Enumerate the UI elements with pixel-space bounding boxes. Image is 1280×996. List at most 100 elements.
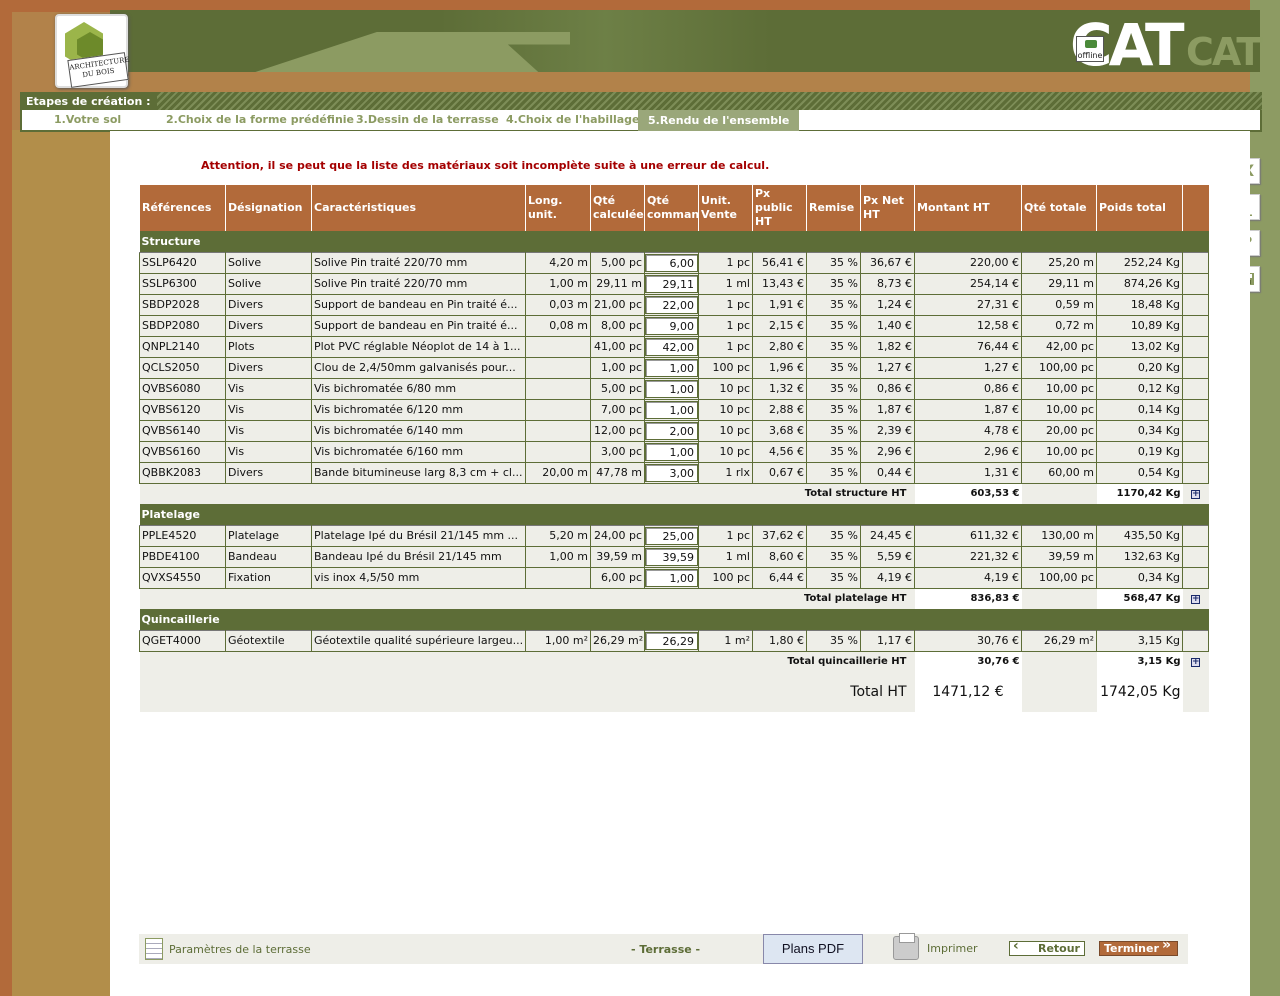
- col-header[interactable]: Poids total: [1096, 185, 1183, 231]
- table-cell: Divers: [225, 293, 312, 316]
- quantity-input[interactable]: 9,00: [645, 316, 698, 335]
- col-header[interactable]: Long. unit.: [525, 185, 591, 231]
- table-cell: 8,60 €: [752, 545, 807, 568]
- table-cell: Solive Pin traité 220/70 mm: [311, 251, 526, 274]
- expand-plus-icon[interactable]: +: [1191, 490, 1200, 500]
- table-cell: QGET4000: [139, 629, 226, 652]
- back-button[interactable]: Retour: [1009, 940, 1085, 956]
- table-cell: Géotextile qualité supérieure largeu...: [311, 629, 526, 652]
- params-label: Paramètres de la terrasse: [169, 942, 311, 956]
- table-cell: 2,96 €: [860, 440, 915, 463]
- table-cell: vis inox 4,5/50 mm: [311, 566, 526, 589]
- quantity-input[interactable]: 6,00: [645, 253, 698, 272]
- col-header[interactable]: Qté totale: [1021, 185, 1097, 231]
- table-cell: Platelage: [225, 524, 312, 547]
- finish-button[interactable]: Terminer: [1099, 939, 1178, 956]
- col-header[interactable]: Caractéristiques: [311, 185, 526, 231]
- table-cell: SBDP2028: [139, 293, 226, 316]
- table-cell: Vis: [225, 440, 312, 463]
- table-cell: 8,73 €: [860, 272, 915, 295]
- table-cell: 1 m²: [698, 629, 753, 652]
- table-cell: 1,27 €: [914, 356, 1022, 379]
- col-header[interactable]: Références: [139, 185, 226, 231]
- table-cell: 10 pc: [698, 440, 753, 463]
- table-cell: 100 pc: [698, 566, 753, 589]
- table-cell: QVBS6140: [139, 419, 226, 442]
- table-cell: [525, 566, 591, 589]
- params-link[interactable]: Paramètres de la terrasse: [145, 938, 311, 960]
- table-cell: 0,14 Kg: [1096, 398, 1183, 421]
- quantity-input[interactable]: 1,00: [645, 400, 698, 419]
- table-cell: 10,00 pc: [1021, 440, 1097, 463]
- quantity-input[interactable]: 22,00: [645, 295, 698, 314]
- table-cell: 35 %: [806, 356, 861, 379]
- table-cell: 35 %: [806, 524, 861, 547]
- table-cell: SSLP6420: [139, 251, 226, 274]
- footer-toolbar: Paramètres de la terrasse - Terrasse - P…: [139, 933, 1188, 964]
- table-cell: 1 pc: [698, 335, 753, 358]
- quantity-input[interactable]: 29,11: [645, 274, 698, 293]
- table-cell: Divers: [225, 314, 312, 337]
- brand-sub: CAT: [1186, 30, 1262, 74]
- table-cell: 252,24 Kg: [1096, 251, 1183, 274]
- table-cell: 130,00 m: [1021, 524, 1097, 547]
- section-header: Platelage: [139, 504, 1209, 525]
- table-cell: Vis: [225, 419, 312, 442]
- materials-table: Références Désignation Caractéristiques …: [139, 185, 1209, 712]
- plans-pdf-button[interactable]: Plans PDF: [763, 934, 863, 964]
- table-cell: 0,12 Kg: [1096, 377, 1183, 400]
- quantity-input[interactable]: 1,00: [645, 442, 698, 461]
- quantity-input[interactable]: 42,00: [645, 337, 698, 356]
- table-cell: 13,43 €: [752, 272, 807, 295]
- quantity-input[interactable]: 1,00: [645, 358, 698, 377]
- col-header[interactable]: Remise: [806, 185, 861, 231]
- quantity-input[interactable]: 26,29: [645, 631, 698, 650]
- table-row: SSLP6300 Solive Solive Pin traité 220/70 m…: [139, 272, 1209, 295]
- table-cell: 1,80 €: [752, 629, 807, 652]
- col-header[interactable]: Désignation: [225, 185, 312, 231]
- quantity-input[interactable]: 1,00: [645, 379, 698, 398]
- steps-nav: 1.Votre sol 2.Choix de la forme prédéfin…: [20, 110, 1262, 132]
- terrasse-label: - Terrasse -: [631, 943, 701, 956]
- quantity-input[interactable]: 2,00: [645, 421, 698, 440]
- quantity-input[interactable]: 1,00: [645, 568, 698, 587]
- quantity-input[interactable]: 25,00: [645, 526, 698, 545]
- col-header[interactable]: Px public HT: [752, 185, 807, 231]
- app-frame: ARCHITECTURE DU BOIS CAT CAT offline Eta…: [0, 0, 1280, 996]
- step-3[interactable]: 3.Dessin de la terrasse: [356, 113, 499, 126]
- table-cell: 100,00 pc: [1021, 356, 1097, 379]
- right-border: [1250, 0, 1280, 996]
- table-cell: Divers: [225, 356, 312, 379]
- print-button[interactable]: Imprimer: [893, 933, 978, 960]
- table-row: QVBS6160 Vis Vis bichromatée 6/160 mm 3,00 …: [139, 440, 1209, 463]
- step-1[interactable]: 1.Votre sol: [54, 113, 121, 126]
- col-header[interactable]: Qté commandée: [644, 185, 699, 231]
- col-header[interactable]: Px Net HT: [860, 185, 915, 231]
- expand-plus-icon[interactable]: +: [1191, 658, 1200, 668]
- quantity-input[interactable]: 39,59: [645, 547, 698, 566]
- quantity-input[interactable]: 3,00: [645, 463, 698, 482]
- table-cell: 6,00 pc: [590, 566, 645, 589]
- step-2[interactable]: 2.Choix de la forme prédéfinie: [166, 113, 354, 126]
- col-header[interactable]: Montant HT: [914, 185, 1022, 231]
- col-header[interactable]: Qté calculée: [590, 185, 645, 231]
- section-total-row: Total structure HT 603,53 € 1170,42 Kg +: [139, 483, 1209, 504]
- table-cell: 35 %: [806, 440, 861, 463]
- col-header[interactable]: Unit. Vente: [698, 185, 753, 231]
- section-total-row: Total quincaillerie HT 30,76 € 3,15 Kg +: [139, 651, 1209, 672]
- section-total-label: Total structure HT: [139, 483, 915, 504]
- table-cell: Bandeau: [225, 545, 312, 568]
- table-cell: 4,19 €: [860, 566, 915, 589]
- table-cell: 21,00 pc: [590, 293, 645, 316]
- table-cell: 0,08 m: [525, 314, 591, 337]
- step-5[interactable]: 5.Rendu de l'ensemble: [638, 110, 800, 132]
- table-cell: 1 pc: [698, 524, 753, 547]
- table-cell: 4,20 m: [525, 251, 591, 274]
- grand-total-amount: 1471,12 €: [914, 672, 1022, 712]
- expand-plus-icon[interactable]: +: [1191, 595, 1200, 605]
- step-4[interactable]: 4.Choix de l'habillage: [506, 113, 640, 126]
- table-cell: 132,63 Kg: [1096, 545, 1183, 568]
- left-panel: [12, 130, 110, 996]
- section-header: Structure: [139, 231, 1209, 252]
- table-cell: [525, 419, 591, 442]
